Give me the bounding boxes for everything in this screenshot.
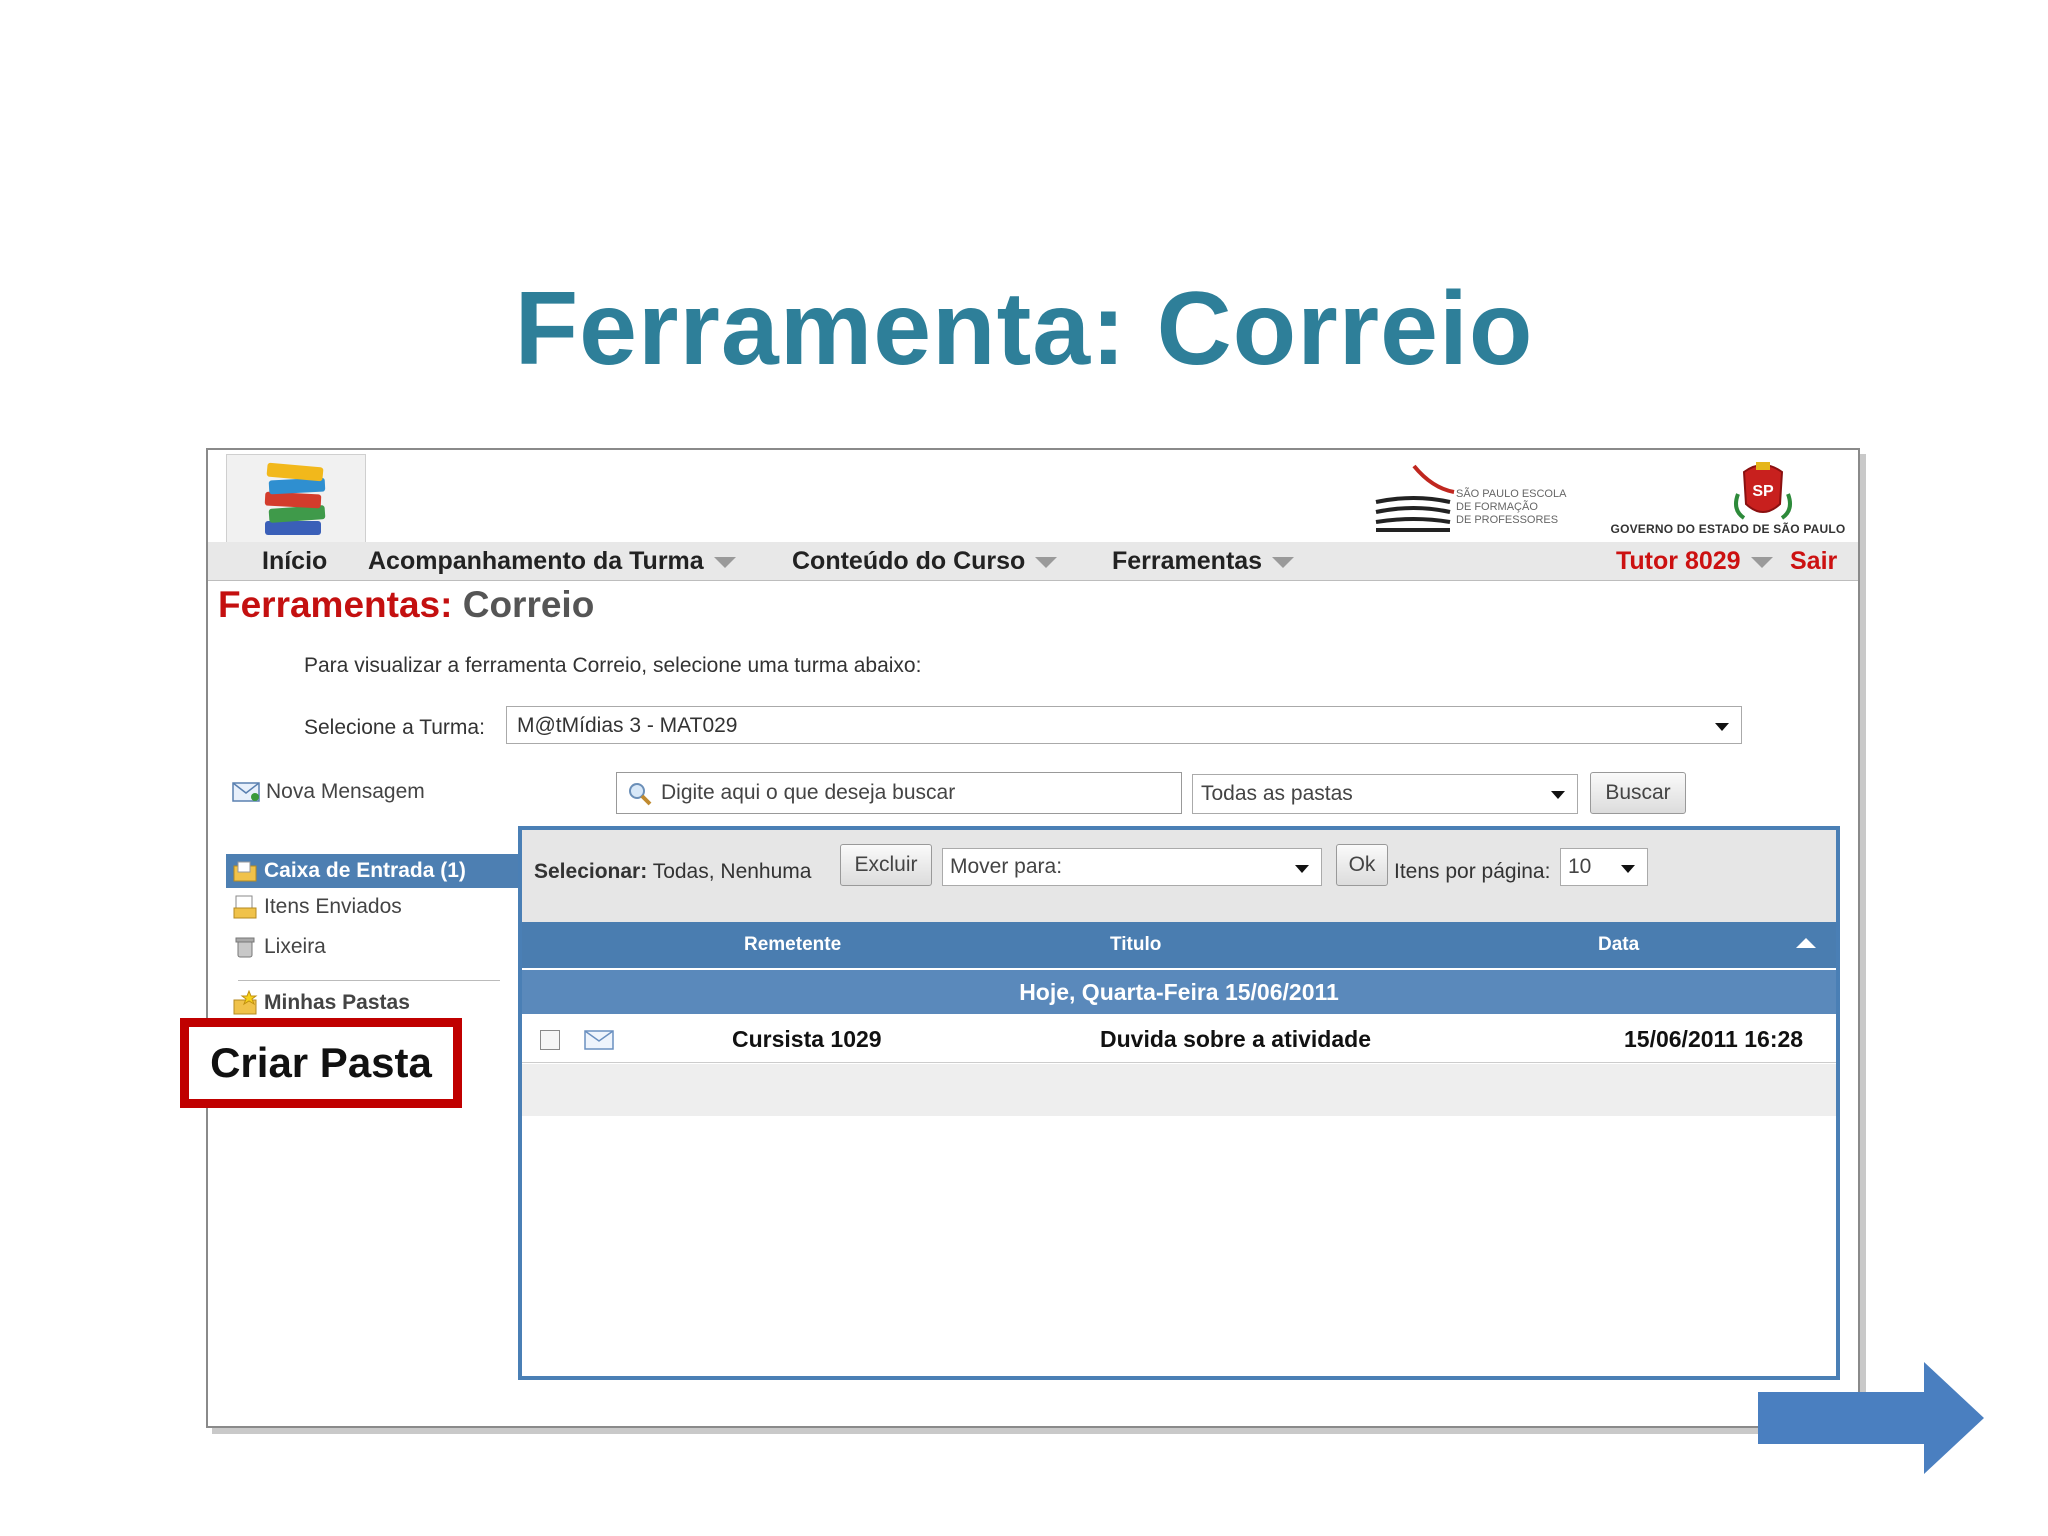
per-page-select[interactable]: 10 xyxy=(1560,848,1648,886)
logout-link[interactable]: Sair xyxy=(1790,542,1837,580)
search-button[interactable]: Buscar xyxy=(1590,772,1686,814)
folders-select[interactable]: Todas as pastas xyxy=(1192,774,1578,814)
class-select-label: Selecione a Turma: xyxy=(304,716,485,739)
page-title: Ferramentas: Correio xyxy=(218,584,595,625)
row-sender: Cursista 1029 xyxy=(732,1026,882,1052)
create-folder-callout[interactable]: Criar Pasta xyxy=(180,1018,462,1108)
chevron-down-icon xyxy=(1272,556,1295,568)
select-all-link[interactable]: Todas, xyxy=(653,860,715,883)
books-icon xyxy=(264,462,326,535)
dropdown-arrow-icon xyxy=(1551,791,1565,799)
table-header: Remetente Titulo Data xyxy=(522,922,1836,968)
empty-row xyxy=(522,1064,1836,1116)
sort-ascending-icon[interactable] xyxy=(1796,938,1816,948)
new-envelope-icon xyxy=(232,782,260,802)
intro-text: Para visualizar a ferramenta Correio, se… xyxy=(304,654,922,677)
slide-title: Ferramenta: Correio xyxy=(514,271,1534,387)
row-title[interactable]: Duvida sobre a atividade xyxy=(1100,1026,1371,1053)
chevron-down-icon xyxy=(1750,556,1773,568)
column-sender[interactable]: Remetente xyxy=(744,934,841,956)
svg-text:SP: SP xyxy=(1752,483,1774,500)
nav-acompanhamento[interactable]: Acompanhamento da Turma xyxy=(368,542,736,580)
column-title[interactable]: Titulo xyxy=(1110,934,1161,956)
chevron-down-icon xyxy=(713,556,736,568)
select-label: Selecionar: Todas, Nenhuma xyxy=(534,860,812,883)
column-date[interactable]: Data xyxy=(1598,934,1639,956)
date-group-row: Hoje, Quarta-Feira 15/06/2011 xyxy=(522,970,1836,1014)
sidebar-item-sent[interactable]: Itens Enviados xyxy=(232,894,402,920)
sidebar-item-inbox[interactable]: Caixa de Entrada (1) xyxy=(226,854,518,888)
nav-conteudo[interactable]: Conteúdo do Curso xyxy=(792,542,1058,580)
dropdown-arrow-icon xyxy=(1715,723,1729,731)
new-message-link[interactable]: Nova Mensagem xyxy=(232,780,425,804)
sent-items-icon xyxy=(233,895,257,919)
class-select[interactable]: M@tMídias 3 - MAT029 xyxy=(506,706,1742,744)
search-icon xyxy=(629,783,652,806)
row-checkbox[interactable] xyxy=(540,1030,560,1050)
move-to-select[interactable]: Mover para: xyxy=(942,848,1322,886)
dropdown-arrow-icon xyxy=(1295,865,1309,873)
sidebar-item-trash[interactable]: Lixeira xyxy=(232,934,326,960)
delete-button[interactable]: Excluir xyxy=(840,844,932,886)
site-header: SÃO PAULO ESCOLA DE FORMAÇÃO DE PROFESSO… xyxy=(208,450,1858,581)
chevron-down-icon xyxy=(1035,556,1058,568)
main-nav: Início Acompanhamento da Turma Conteúdo … xyxy=(208,542,1858,581)
user-menu[interactable]: Tutor 8029 xyxy=(1616,542,1773,580)
star-folder-icon xyxy=(233,990,258,1015)
nav-ferramentas[interactable]: Ferramentas xyxy=(1112,542,1295,580)
row-date: 15/06/2011 16:28 xyxy=(1624,1026,1804,1052)
message-toolbar: Selecionar: Todas, Nenhuma Excluir Mover… xyxy=(522,830,1836,922)
next-slide-arrow-icon[interactable] xyxy=(1758,1362,1984,1474)
table-row[interactable]: Cursista 1029 Duvida sobre a atividade 1… xyxy=(522,1016,1836,1063)
move-ok-button[interactable]: Ok xyxy=(1336,844,1388,886)
message-panel: Selecionar: Todas, Nenhuma Excluir Mover… xyxy=(518,826,1840,1380)
select-none-link[interactable]: Nenhuma xyxy=(720,860,811,883)
dropdown-arrow-icon xyxy=(1621,865,1635,873)
sidebar-item-my-folders[interactable]: Minhas Pastas xyxy=(232,990,410,1016)
inbox-folder-icon xyxy=(233,861,257,882)
efap-logo-text: SÃO PAULO ESCOLA DE FORMAÇÃO DE PROFESSO… xyxy=(1456,488,1567,526)
per-page-label: Itens por página: xyxy=(1394,860,1551,883)
search-input[interactable]: Digite aqui o que deseja buscar xyxy=(616,772,1182,814)
correio-screenshot: SÃO PAULO ESCOLA DE FORMAÇÃO DE PROFESSO… xyxy=(180,448,1860,1428)
sidebar-divider xyxy=(238,980,500,981)
envelope-icon xyxy=(584,1030,614,1050)
gov-logo-text: GOVERNO DO ESTADO DE SÃO PAULO xyxy=(1610,522,1846,536)
nav-inicio[interactable]: Início xyxy=(262,542,327,580)
trash-icon xyxy=(235,937,255,958)
